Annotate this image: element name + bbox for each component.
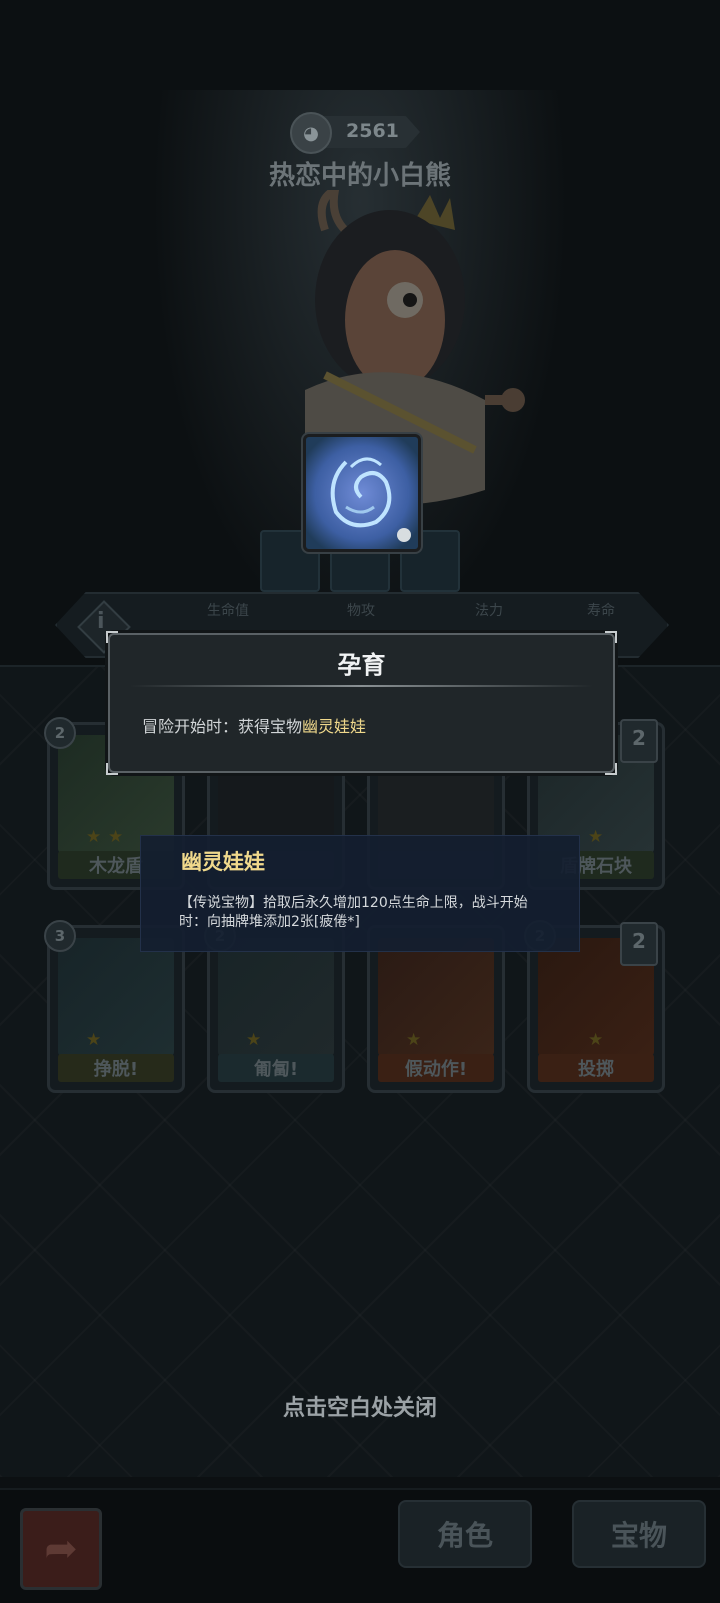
tooltip-divider — [130, 685, 593, 687]
stat-label-attack: 物攻 — [347, 603, 375, 619]
treasure-description: 【传说宝物】拾取后永久增加120点生命上限，战斗开始时：向抽牌堆添加2张[疲倦*… — [179, 895, 528, 930]
ghost-doll-icon — [306, 437, 418, 549]
character-name: 热恋中的小白熊 — [268, 161, 451, 191]
back-arrow-icon: ➦ — [44, 1526, 78, 1572]
card-name: 挣脱! — [58, 1054, 174, 1082]
talent-treasure-link: 幽灵娃娃 — [302, 717, 367, 736]
talent-title: 孕育 — [337, 651, 386, 679]
talent-tooltip: 孕育 冒险开始时：获得宝物幽灵娃娃 — [106, 631, 617, 775]
card-name: 投掷 — [538, 1054, 654, 1082]
card-count-badge: 2 — [620, 922, 658, 966]
coin-value: 2561 — [346, 120, 399, 142]
card-count-badge: 2 — [620, 719, 658, 763]
card-name: 匍匐! — [218, 1054, 334, 1082]
treasure-name: 幽灵娃娃 — [181, 850, 265, 874]
card-cost-badge: 2 — [44, 717, 76, 749]
stat-label-lifespan: 寿命 — [587, 603, 615, 619]
card-cost-badge: 3 — [44, 920, 76, 952]
coin-counter: ◕ 2561 — [290, 112, 430, 154]
bottom-bar: ➦ 角色 宝物 — [0, 1488, 720, 1603]
close-hint[interactable]: 点击空白处关闭 — [0, 1390, 720, 1422]
coin-icon: ◕ — [290, 112, 332, 154]
selected-talent-icon[interactable] — [303, 434, 421, 552]
tab-treasure[interactable]: 宝物 — [572, 1500, 706, 1568]
card-name: 假动作! — [378, 1054, 494, 1082]
stat-label-mana: 法力 — [475, 603, 503, 619]
stat-label-hp: 生命值 — [207, 603, 249, 619]
talent-description: 冒险开始时：获得宝物幽灵娃娃 — [142, 717, 367, 736]
treasure-tooltip: 幽灵娃娃 【传说宝物】拾取后永久增加120点生命上限，战斗开始时：向抽牌堆添加2… — [140, 835, 580, 952]
tab-character[interactable]: 角色 — [398, 1500, 532, 1568]
back-button[interactable]: ➦ — [20, 1508, 102, 1590]
